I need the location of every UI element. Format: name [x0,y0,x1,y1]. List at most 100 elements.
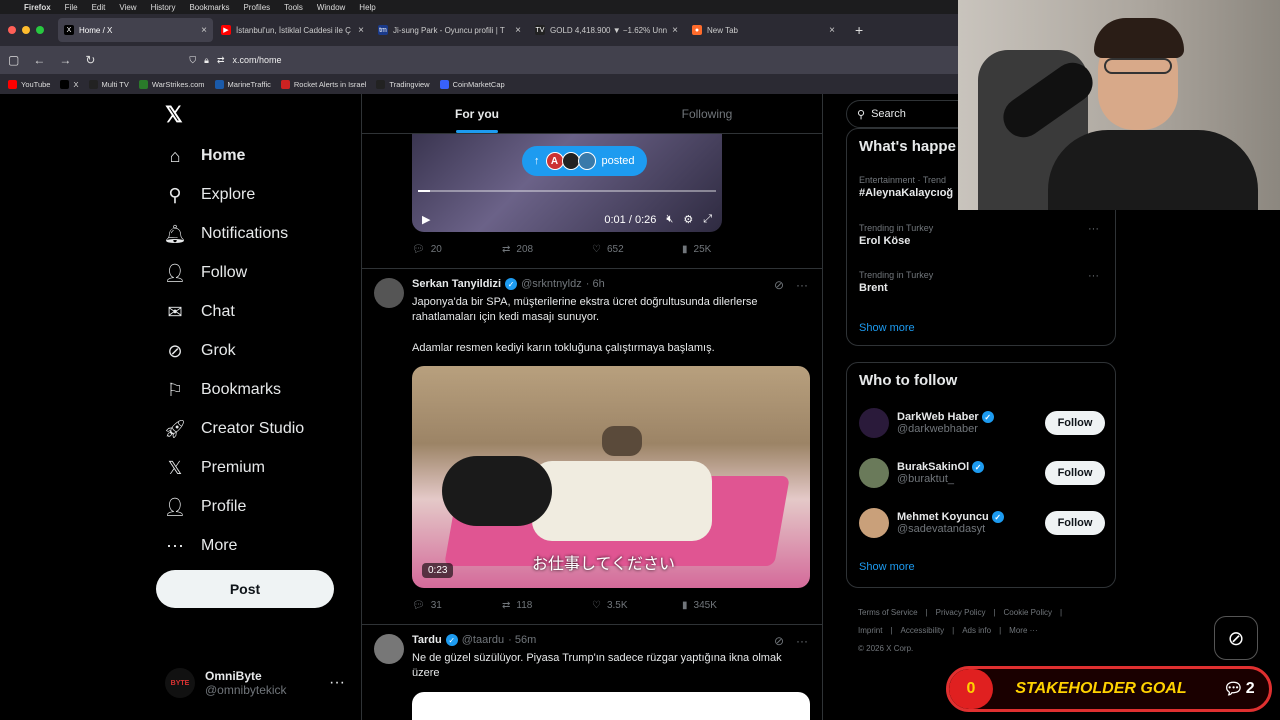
avatar[interactable] [374,634,404,664]
close-tab-icon[interactable]: × [358,25,364,36]
zoom-window-button[interactable] [36,26,44,34]
author-handle[interactable]: @taardu [462,634,504,646]
more-dots-icon[interactable]: ··· [1088,223,1099,235]
bookmark-item[interactable]: WarStrikes.com [138,79,205,89]
menu-view[interactable]: View [119,3,136,12]
follow-suggestion[interactable]: DarkWeb Haber ✓ @darkwebhaber Follow [859,405,1105,441]
bookmark-item[interactable]: CoinMarketCap [439,79,505,89]
repost-button[interactable]: ⇄ 118 [502,600,592,611]
avatar[interactable] [859,408,889,438]
bookmark-item[interactable]: Rocket Alerts in Israel [280,79,366,89]
tweet-time[interactable]: · 6h [586,278,605,290]
sidebar-toggle-icon[interactable]: ▢ [8,53,19,67]
nav-premium[interactable]: 𝕏 Premium [165,458,265,478]
show-more-link[interactable]: Show more [859,561,915,573]
grok-icon[interactable]: ⊘ [774,278,784,292]
author-handle[interactable]: @srkntnyldz [521,278,582,290]
new-posts-pill[interactable]: ↑ A posted [522,146,647,176]
mute-icon[interactable]: 🔇︎ [666,213,673,226]
like-button[interactable]: ♡ 3.5K [592,600,682,611]
avatar[interactable] [859,458,889,488]
menu-edit[interactable]: Edit [92,3,106,12]
menu-file[interactable]: File [65,3,78,12]
reply-button[interactable]: 💬︎ 31 [412,600,502,611]
more-dots-icon[interactable]: ··· [796,278,808,292]
menu-profiles[interactable]: Profiles [243,3,270,12]
new-tab-button[interactable]: + [855,22,863,38]
more-dots-icon[interactable]: ··· [329,674,345,692]
more-dots-icon[interactable]: ··· [1088,270,1099,282]
back-icon[interactable]: ← [33,53,45,67]
tab-following[interactable]: Following [592,94,822,133]
close-tab-icon[interactable]: × [201,25,207,36]
menu-tools[interactable]: Tools [284,3,303,12]
lock-icon[interactable]: 🔒︎ [204,55,209,66]
trend-item[interactable]: Trending in Turkey Erol Köse ··· [859,223,1105,247]
play-icon[interactable]: ▶ [422,213,430,226]
footer-link[interactable]: Cookie Policy [1004,608,1052,617]
menu-firefox[interactable]: Firefox [24,3,51,12]
close-window-button[interactable] [8,26,16,34]
footer-link[interactable]: Ads info [962,626,991,635]
menu-window[interactable]: Window [317,3,345,12]
x-logo-icon[interactable]: 𝕏 [165,102,183,128]
more-dots-icon[interactable]: ··· [796,634,808,648]
repost-button[interactable]: ⇄ 208 [502,244,592,255]
tweet-media[interactable] [412,692,810,720]
reply-button[interactable]: 💬︎ 20 [412,244,502,255]
bookmark-item[interactable]: X [60,79,79,89]
footer-link[interactable]: Terms of Service [858,608,918,617]
author-name[interactable]: Serkan Tanyildizi [412,278,501,290]
footer-link[interactable]: Privacy Policy [936,608,986,617]
show-more-link[interactable]: Show more [859,322,915,334]
nav-bookmarks[interactable]: ⚐ Bookmarks [165,380,281,400]
reload-icon[interactable]: ↻ [85,53,95,67]
follow-button[interactable]: Follow [1045,461,1105,485]
url-bar[interactable]: ⛉ 🔒︎ ⇄ x.com/home [189,55,281,66]
settings-gear-icon[interactable]: ⚙ [683,213,693,226]
close-tab-icon[interactable]: × [672,25,678,36]
menu-help[interactable]: Help [359,3,375,12]
browser-tab[interactable]: TV GOLD 4,418.900 ▼ −1.62% Unn × [529,18,684,42]
footer-link[interactable]: Accessibility [901,626,945,635]
grok-icon[interactable]: ⊘ [774,634,784,648]
nav-explore[interactable]: ⚲ Explore [165,185,255,205]
trend-item[interactable]: Trending in Turkey Brent ··· [859,270,1105,294]
browser-tab[interactable]: ▶ İstanbul'un, İstiklal Caddesi ile Ç × [215,18,370,42]
bookmark-item[interactable]: Multi TV [88,79,129,89]
nav-grok[interactable]: ⊘ Grok [165,341,235,361]
nav-notifications[interactable]: 🔔︎ Notifications [164,224,289,244]
tab-for-you[interactable]: For you [362,94,592,133]
account-switcher[interactable]: BYTE OmniByte @omnibytekick ··· [165,668,345,698]
bookmark-item[interactable]: YouTube [8,79,50,89]
nav-creator-studio[interactable]: 🚀︎ Creator Studio [164,419,305,439]
tweet-video[interactable]: お仕事してください 0:23 [412,366,810,588]
nav-chat[interactable]: ✉ Chat [165,302,234,322]
video-progress[interactable] [418,190,716,192]
follow-suggestion[interactable]: BurakSakinOl ✓ @buraktut_ Follow [859,455,1105,491]
browser-tab[interactable]: X Home / X × [58,18,213,42]
browser-tab[interactable]: tm Ji-sung Park - Oyuncu profili | T × [372,18,527,42]
close-tab-icon[interactable]: × [829,25,835,36]
forward-icon[interactable]: → [59,53,71,67]
minimize-window-button[interactable] [22,26,30,34]
nav-follow[interactable]: 👤︎ Follow [164,263,248,283]
nav-profile[interactable]: 👤︎ Profile [164,497,247,517]
fullscreen-icon[interactable]: ⤢ [703,213,712,226]
nav-home[interactable]: ⌂ Home [165,146,246,166]
footer-link[interactable]: More ··· [1009,626,1037,635]
avatar[interactable] [859,508,889,538]
follow-suggestion[interactable]: Mehmet Koyuncu ✓ @sadevatandasyt Follow [859,505,1105,541]
browser-tab[interactable]: ● New Tab × [686,18,841,42]
close-tab-icon[interactable]: × [515,25,521,36]
grok-floating-button[interactable]: ⊘ [1214,616,1258,660]
views-button[interactable]: ▮ 345K [682,600,772,611]
bookmark-item[interactable]: MarineTraffic [214,79,271,89]
footer-link[interactable]: Imprint [858,626,882,635]
menu-bookmarks[interactable]: Bookmarks [189,3,229,12]
url-text[interactable]: x.com/home [233,55,282,65]
avatar[interactable] [374,278,404,308]
nav-more[interactable]: ⋯ More [165,536,237,556]
shield-icon[interactable]: ⛉ [189,55,196,66]
menu-history[interactable]: History [151,3,176,12]
